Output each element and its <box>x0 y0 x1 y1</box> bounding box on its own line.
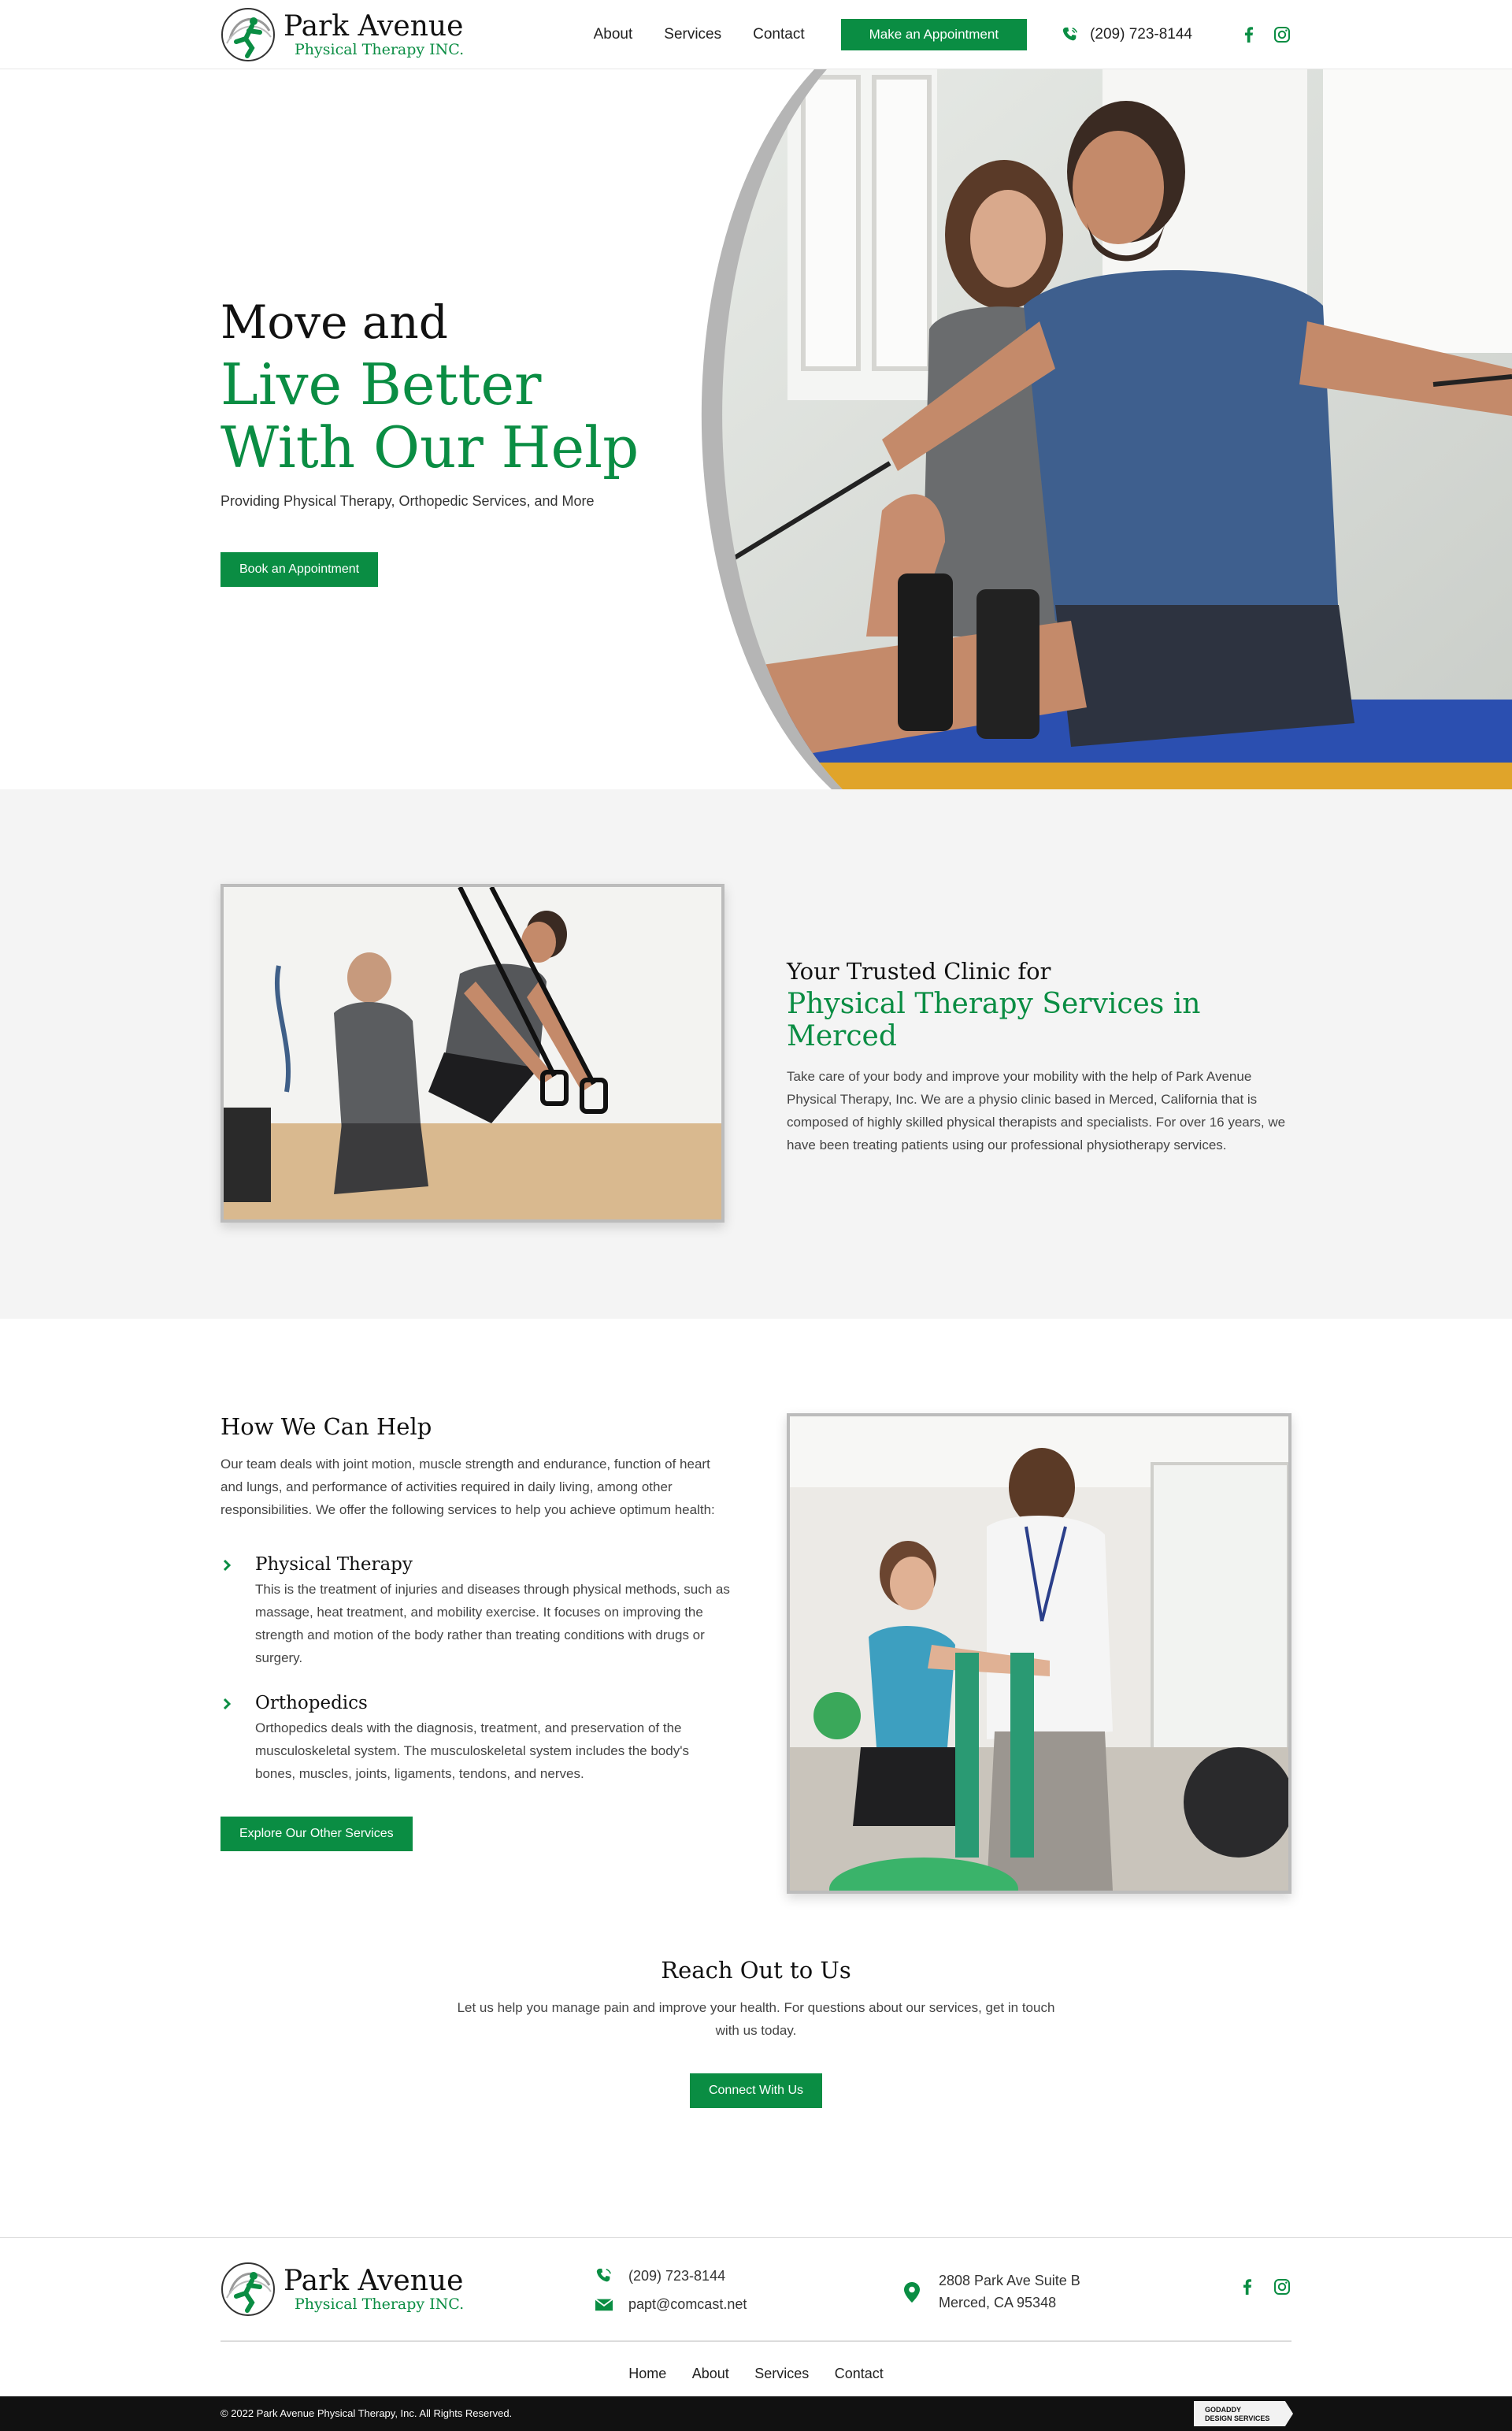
exercise-ball-photo <box>787 1413 1292 1894</box>
footer-address[interactable]: 2808 Park Ave Suite B Merced, CA 95348 <box>904 2270 1080 2314</box>
logo[interactable]: Park Avenue Physical Therapy INC. <box>220 7 464 62</box>
make-appointment-button[interactable]: Make an Appointment <box>840 19 1028 50</box>
help-heading: How We Can Help <box>220 1413 432 1440</box>
hero-title-line2: Live Better <box>220 351 542 418</box>
nav-services[interactable]: Services <box>664 26 721 43</box>
envelope-icon <box>595 2298 613 2311</box>
phone-icon <box>596 2268 611 2282</box>
logo-title: Park Avenue <box>284 9 464 43</box>
service-body: This is the treatment of injuries and di… <box>255 1582 730 1665</box>
hero-photo <box>701 69 1512 789</box>
footer-address-line2: Merced, CA 95348 <box>939 2295 1057 2310</box>
header-phone[interactable]: (209) 723-8144 <box>1062 26 1192 43</box>
trusted-body: Take care of your body and improve your … <box>787 1069 1286 1152</box>
instagram-icon[interactable] <box>1273 25 1292 44</box>
book-appointment-button[interactable]: Book an Appointment <box>220 552 379 587</box>
footer-email[interactable]: papt@comcast.net <box>595 2293 747 2315</box>
explore-services-button[interactable]: Explore Our Other Services <box>220 1817 413 1851</box>
reach-body: Let us help you manage pain and improve … <box>457 2000 1055 2038</box>
map-pin-icon <box>904 2282 920 2303</box>
footer-nav-services[interactable]: Services <box>754 2366 809 2381</box>
trusted-text: Your Trusted Clinic for Physical Therapy… <box>787 958 1299 1156</box>
header-phone-number: (209) 723-8144 <box>1090 26 1192 43</box>
trx-training-photo <box>220 884 724 1223</box>
connect-button[interactable]: Connect With Us <box>689 2073 823 2108</box>
hero-title: Move and Live Better With Our Help <box>220 291 639 479</box>
facebook-icon[interactable] <box>1238 2277 1257 2296</box>
footer-nav-contact[interactable]: Contact <box>835 2366 884 2381</box>
hero-subtitle: Providing Physical Therapy, Orthopedic S… <box>220 493 595 509</box>
main-nav: About Services Contact <box>562 26 805 43</box>
footer-divider <box>220 2340 1292 2342</box>
hero-section: Move and Live Better With Our Help Provi… <box>0 69 1512 789</box>
logo-runner-icon <box>221 8 275 61</box>
trusted-clinic-section: Your Trusted Clinic for Physical Therapy… <box>0 789 1512 1319</box>
site-header: Park Avenue Physical Therapy INC. About … <box>0 0 1512 69</box>
help-section: How We Can Help Our team deals with join… <box>0 1319 1512 1910</box>
service-item-physical-therapy: Physical Therapy This is the treatment o… <box>220 1554 732 1669</box>
footer-email-address: papt@comcast.net <box>628 2296 747 2312</box>
nav-contact[interactable]: Contact <box>753 26 804 43</box>
chevron-right-icon <box>223 1698 232 1710</box>
logo-runner-icon <box>221 2262 275 2316</box>
service-body: Orthopedics deals with the diagnosis, tr… <box>255 1720 689 1781</box>
facebook-icon[interactable] <box>1240 25 1258 44</box>
service-title: Physical Therapy <box>255 1554 413 1575</box>
footer-phone[interactable]: (209) 723-8144 <box>595 2265 747 2287</box>
trusted-heading-green: Physical Therapy Services in Merced <box>787 988 1201 1052</box>
footer-logo-title: Park Avenue <box>284 2264 464 2297</box>
help-text: How We Can Help Our team deals with join… <box>220 1413 732 1851</box>
help-intro: Our team deals with joint motion, muscle… <box>220 1457 715 1517</box>
footer-address-line1: 2808 Park Ave Suite B <box>939 2273 1080 2288</box>
nav-about[interactable]: About <box>594 26 633 43</box>
reach-section: Reach Out to Us Let us help you manage p… <box>0 1910 1512 2237</box>
phone-icon <box>1062 27 1078 41</box>
copyright: © 2022 Park Avenue Physical Therapy, Inc… <box>220 2407 513 2419</box>
footer-nav-home[interactable]: Home <box>628 2366 666 2381</box>
site-footer: Park Avenue Physical Therapy INC. (209) … <box>0 2237 1512 2396</box>
footer-contact: (209) 723-8144 papt@comcast.net <box>595 2265 747 2322</box>
footer-nav-about[interactable]: About <box>692 2366 729 2381</box>
hero-text: Move and Live Better With Our Help Provi… <box>220 291 639 587</box>
header-social <box>1225 25 1292 44</box>
chevron-right-icon <box>223 1559 232 1572</box>
godaddy-badge[interactable]: GODADDY DESIGN SERVICES <box>1194 2401 1293 2426</box>
badge-line2: DESIGN SERVICES <box>1205 2414 1270 2422</box>
badge-line1: GODADDY <box>1205 2406 1242 2414</box>
logo-tagline: Physical Therapy INC. <box>295 40 465 58</box>
bottom-bar: © 2022 Park Avenue Physical Therapy, Inc… <box>0 2396 1512 2431</box>
footer-logo[interactable]: Park Avenue Physical Therapy INC. <box>220 2262 464 2317</box>
service-title: Orthopedics <box>255 1693 368 1713</box>
footer-logo-tagline: Physical Therapy INC. <box>295 2295 465 2313</box>
footer-nav: Home About Services Contact <box>0 2366 1512 2382</box>
footer-social <box>1222 2277 1292 2296</box>
service-item-orthopedics: Orthopedics Orthopedics deals with the d… <box>220 1693 732 1785</box>
reach-heading: Reach Out to Us <box>661 1957 851 1984</box>
hero-title-line1: Move and <box>220 295 448 349</box>
trusted-heading: Your Trusted Clinic for <box>787 958 1051 985</box>
instagram-icon[interactable] <box>1273 2277 1292 2296</box>
footer-phone-number: (209) 723-8144 <box>628 2267 726 2284</box>
hero-title-line3: With Our Help <box>220 414 639 481</box>
